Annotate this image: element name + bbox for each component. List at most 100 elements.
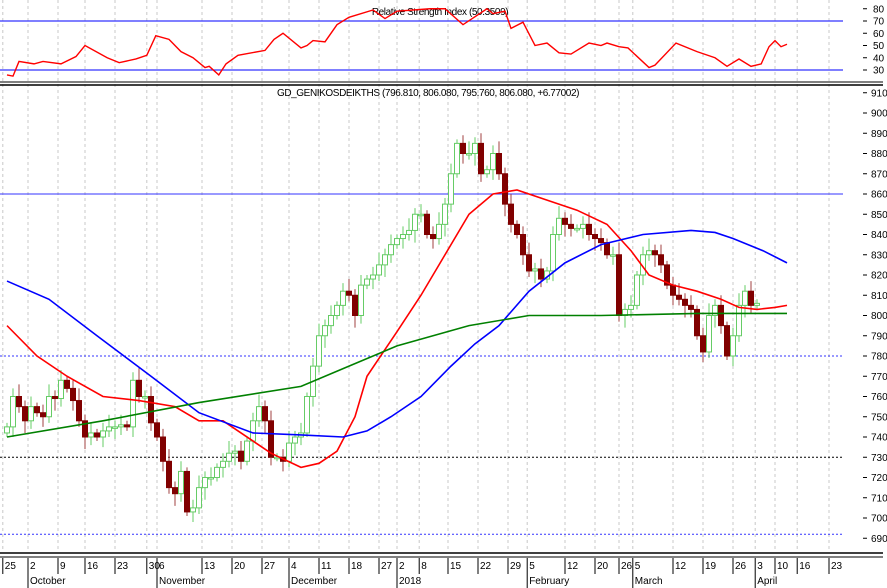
candle <box>148 386 154 431</box>
candle-body <box>292 436 298 444</box>
candle-body <box>598 238 604 244</box>
date-tick-label: 18 <box>351 561 363 572</box>
candle-body <box>214 466 220 478</box>
candle-body <box>370 274 376 280</box>
price-tick-label: 820 <box>871 271 887 282</box>
candle-body <box>580 223 586 229</box>
candle-body <box>472 142 478 154</box>
candle <box>580 216 586 239</box>
price-tick-label: 750 <box>871 412 887 423</box>
date-tick-label: 10 <box>777 561 789 572</box>
candle-body <box>124 424 130 428</box>
candle-body <box>616 254 622 316</box>
candle-body <box>520 234 526 256</box>
candle <box>484 165 490 178</box>
candle-body <box>172 487 178 495</box>
candle-body <box>202 477 208 489</box>
date-tick-label: 26 <box>621 561 633 572</box>
date-tick-label: 19 <box>705 561 717 572</box>
candle-body <box>634 274 640 306</box>
candle-body <box>436 223 442 240</box>
candle-body <box>532 268 538 272</box>
candle <box>268 410 274 466</box>
candle-body <box>382 254 388 266</box>
price-tick-label: 810 <box>871 291 887 302</box>
date-tick-label: 23 <box>117 561 129 572</box>
candle <box>136 368 142 403</box>
candle-body <box>64 379 70 389</box>
candle <box>82 414 88 450</box>
candle <box>424 210 430 239</box>
price-tick-label: 880 <box>871 149 887 160</box>
candle <box>316 323 322 373</box>
candle-body <box>238 450 244 462</box>
price-tick-label: 840 <box>871 230 887 241</box>
price-tick-label: 760 <box>871 392 887 403</box>
candle-body <box>100 430 106 438</box>
candle <box>106 414 112 437</box>
candle-body <box>550 234 556 272</box>
candle <box>574 224 580 233</box>
gridlines <box>2 0 830 552</box>
date-tick-label: 20 <box>234 561 246 572</box>
price-tick-label: 720 <box>871 473 887 484</box>
candle <box>214 463 220 482</box>
candle <box>466 141 472 160</box>
candle-body <box>304 396 310 434</box>
candle-body <box>112 426 118 429</box>
candle <box>10 388 16 437</box>
candle-body <box>508 203 514 225</box>
candle-body <box>502 173 508 205</box>
candle-body <box>4 426 10 434</box>
price-tick-label: 780 <box>871 352 887 363</box>
candle <box>208 467 214 486</box>
candle <box>664 260 670 290</box>
candle-body <box>178 470 184 495</box>
candle <box>124 420 130 431</box>
candle <box>178 461 184 502</box>
candle-body <box>40 412 46 418</box>
rsi-tick-label: 50 <box>873 41 885 52</box>
candle <box>328 305 334 334</box>
date-tick-label: 11 <box>321 561 332 572</box>
candle <box>460 135 466 164</box>
candle <box>604 238 610 259</box>
candle <box>340 283 346 316</box>
candle-body <box>652 250 658 256</box>
price-tick-label: 870 <box>871 169 887 180</box>
candle <box>364 275 370 290</box>
date-tick-label: 6 <box>159 561 165 572</box>
price-tick-label: 740 <box>871 433 887 444</box>
candle <box>430 226 436 249</box>
candle-body <box>724 325 730 357</box>
date-tick-label: 3 <box>757 561 763 572</box>
candle <box>634 270 640 310</box>
candle <box>232 445 238 466</box>
candle <box>706 303 712 359</box>
candle-body <box>316 335 322 367</box>
month-label: October <box>30 576 66 587</box>
candle <box>700 327 706 363</box>
candle-body <box>454 142 460 175</box>
candle-body <box>166 460 172 489</box>
candle-body <box>658 254 664 266</box>
candle-body <box>466 153 472 156</box>
candle <box>730 327 736 367</box>
candle <box>34 402 40 417</box>
date-tick-label: 4 <box>291 561 297 572</box>
price-tick-label: 790 <box>871 331 887 342</box>
candle <box>322 319 328 348</box>
candle-body <box>406 229 412 235</box>
month-label: March <box>635 576 663 587</box>
date-tick-label: 12 <box>675 561 687 572</box>
month-label: April <box>757 576 777 587</box>
candle-body <box>412 213 418 231</box>
candle <box>298 422 304 446</box>
candle <box>394 234 400 249</box>
price-tick-label: 700 <box>871 514 887 525</box>
candle <box>568 214 574 237</box>
date-tick-label: 25 <box>5 561 17 572</box>
candle-body <box>130 379 136 428</box>
candle-body <box>118 424 124 428</box>
month-label: December <box>291 576 338 587</box>
